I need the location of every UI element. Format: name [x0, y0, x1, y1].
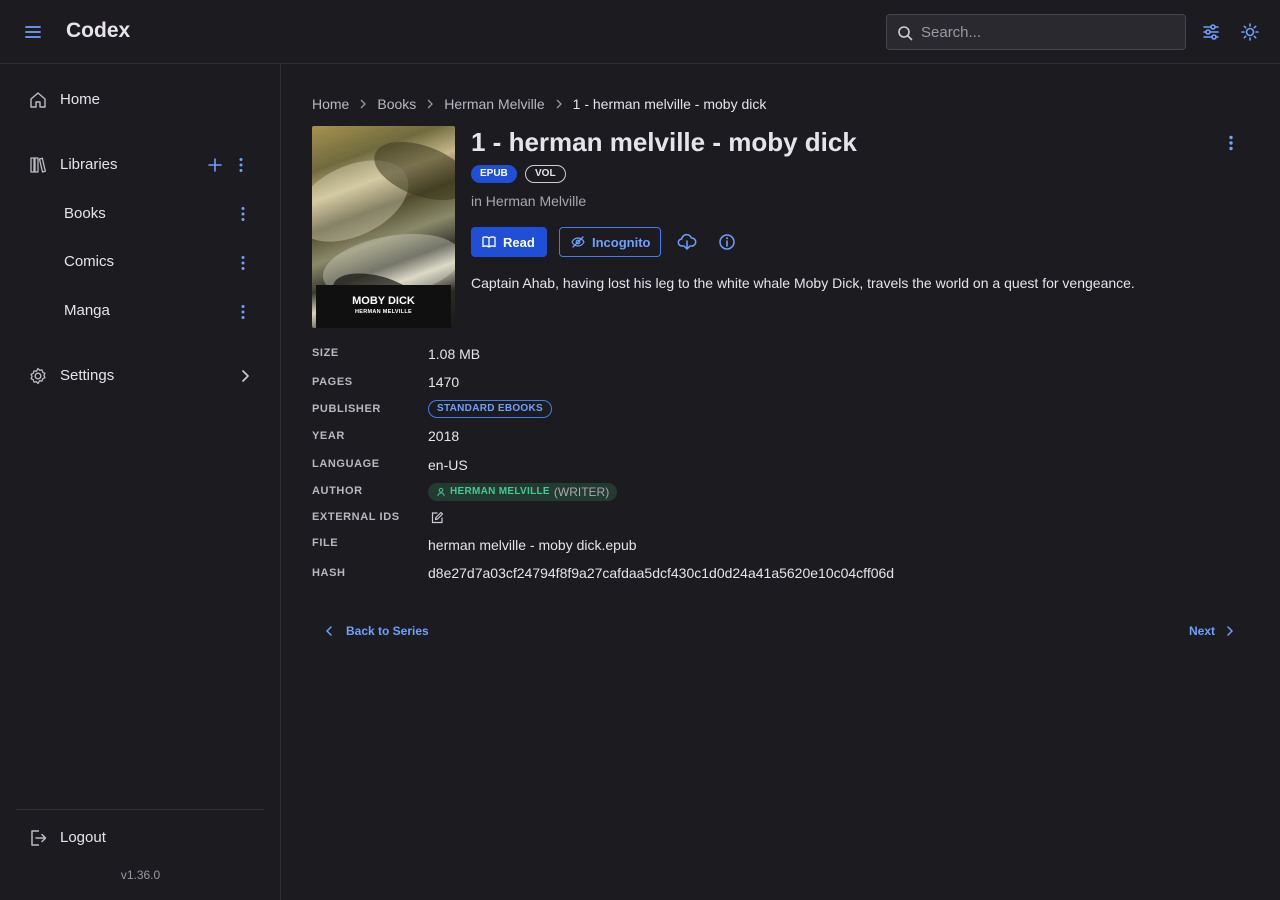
year-label: YEAR	[312, 430, 345, 442]
gear-icon	[28, 366, 48, 386]
search-icon	[897, 25, 913, 41]
chevron-right-icon	[555, 99, 563, 109]
menu-icon[interactable]	[21, 20, 45, 44]
breadcrumb: Home Books Herman Melville 1 - herman me…	[312, 95, 766, 113]
external-ids-label: EXTERNAL IDS	[312, 511, 400, 523]
home-icon	[28, 90, 48, 110]
series-line: in Herman Melville	[471, 193, 586, 209]
hash-value: d8e27d7a03cf24794f8f9a27cafdaa5dcf430c1d…	[428, 565, 895, 581]
back-to-series-label: Back to Series	[346, 624, 429, 638]
sidebar-item-comics[interactable]: Comics	[16, 242, 264, 282]
pages-label: PAGES	[312, 376, 353, 388]
breadcrumb-current: 1 - herman melville - moby dick	[572, 96, 767, 112]
language-label: LANGUAGE	[312, 458, 380, 470]
size-label: SIZE	[312, 347, 339, 359]
breadcrumb-library[interactable]: Books	[377, 96, 416, 112]
chevron-left-icon	[322, 624, 336, 638]
back-to-series-button[interactable]: Back to Series	[322, 621, 429, 641]
language-value: en-US	[428, 457, 468, 473]
cover-title: MOBY DICK	[352, 295, 415, 307]
sidebar-item-label: Books	[64, 205, 106, 222]
book-summary: Captain Ahab, having lost his leg to the…	[471, 275, 1135, 291]
open-book-icon	[482, 235, 496, 249]
book-title: 1 - herman melville - moby dick	[471, 127, 857, 157]
chevron-right-icon	[426, 99, 434, 109]
sidebar-item-settings[interactable]: Settings	[16, 356, 264, 396]
top-app-bar: Codex	[0, 0, 1280, 64]
sidebar-item-label: Home	[60, 91, 101, 108]
eye-off-icon	[571, 235, 585, 249]
incognito-button-label: Incognito	[592, 235, 651, 250]
series-prefix: in	[471, 193, 486, 209]
more-options-icon[interactable]	[1221, 133, 1241, 153]
libraries-menu-icon[interactable]	[231, 155, 251, 175]
cover-author: HERMAN MELVILLE	[355, 309, 412, 315]
app-version: v1.36.0	[120, 868, 161, 882]
author-name: HERMAN MELVILLE	[450, 486, 550, 497]
book-cover: MOBY DICK HERMAN MELVILLE	[312, 126, 455, 328]
hash-label: HASH	[312, 567, 346, 579]
sidebar-item-label: Libraries	[60, 156, 118, 173]
search-box[interactable]	[886, 14, 1186, 50]
format-badge: EPUB	[471, 165, 517, 183]
add-library-button[interactable]	[205, 155, 225, 175]
next-button[interactable]: Next	[1189, 621, 1237, 641]
theme-sun-icon[interactable]	[1240, 22, 1260, 42]
publisher-chip[interactable]: STANDARD EBOOKS	[428, 400, 552, 418]
sidebar-item-label: Logout	[60, 829, 106, 846]
download-cloud-icon[interactable]	[677, 232, 697, 252]
read-button[interactable]: Read	[471, 227, 547, 257]
size-value: 1.08 MB	[428, 346, 481, 362]
search-input[interactable]	[921, 15, 1181, 49]
manga-menu-icon[interactable]	[233, 302, 253, 322]
type-badge: VOL	[525, 165, 566, 183]
pages-value: 1470	[428, 374, 460, 390]
series-link[interactable]: Herman Melville	[486, 193, 586, 209]
sidebar-item-home[interactable]: Home	[16, 80, 264, 120]
library-books-icon	[28, 155, 48, 175]
breadcrumb-home[interactable]: Home	[312, 96, 349, 112]
sidebar-item-label: Manga	[64, 302, 110, 319]
edit-icon[interactable]	[430, 511, 444, 525]
sidebar-item-libraries[interactable]: Libraries	[16, 145, 264, 185]
incognito-button[interactable]: Incognito	[559, 227, 661, 257]
sidebar-item-books[interactable]: Books	[16, 194, 264, 234]
chevron-right-icon	[359, 99, 367, 109]
filter-sliders-icon[interactable]	[1201, 22, 1221, 42]
author-role: (WRITER)	[553, 485, 610, 499]
sidebar-divider	[16, 809, 264, 810]
next-label: Next	[1189, 624, 1216, 638]
chevron-right-icon[interactable]	[235, 366, 255, 386]
sidebar-item-label: Settings	[60, 367, 115, 384]
books-menu-icon[interactable]	[233, 204, 253, 224]
comics-menu-icon[interactable]	[233, 253, 253, 273]
file-value: herman melville - moby dick.epub	[428, 537, 637, 553]
logout-icon	[28, 828, 48, 848]
info-icon[interactable]	[717, 232, 737, 252]
breadcrumb-series[interactable]: Herman Melville	[444, 96, 544, 112]
publisher-label: PUBLISHER	[312, 403, 381, 415]
sidebar-item-logout[interactable]: Logout	[16, 818, 264, 858]
author-chip[interactable]: HERMAN MELVILLE (WRITER)	[428, 483, 618, 501]
read-button-label: Read	[503, 235, 535, 250]
author-label: AUTHOR	[312, 485, 363, 497]
app-title: Codex	[66, 19, 131, 42]
person-icon	[436, 487, 446, 497]
year-value: 2018	[428, 428, 460, 444]
file-label: FILE	[312, 537, 339, 549]
sidebar-item-manga[interactable]: Manga	[16, 291, 264, 331]
sidebar-item-label: Comics	[64, 253, 115, 270]
chevron-right-icon	[1223, 624, 1237, 638]
cover-title-band: MOBY DICK HERMAN MELVILLE	[316, 285, 451, 328]
sidebar: Home Libraries Books Comics Manga Settin…	[0, 64, 281, 900]
